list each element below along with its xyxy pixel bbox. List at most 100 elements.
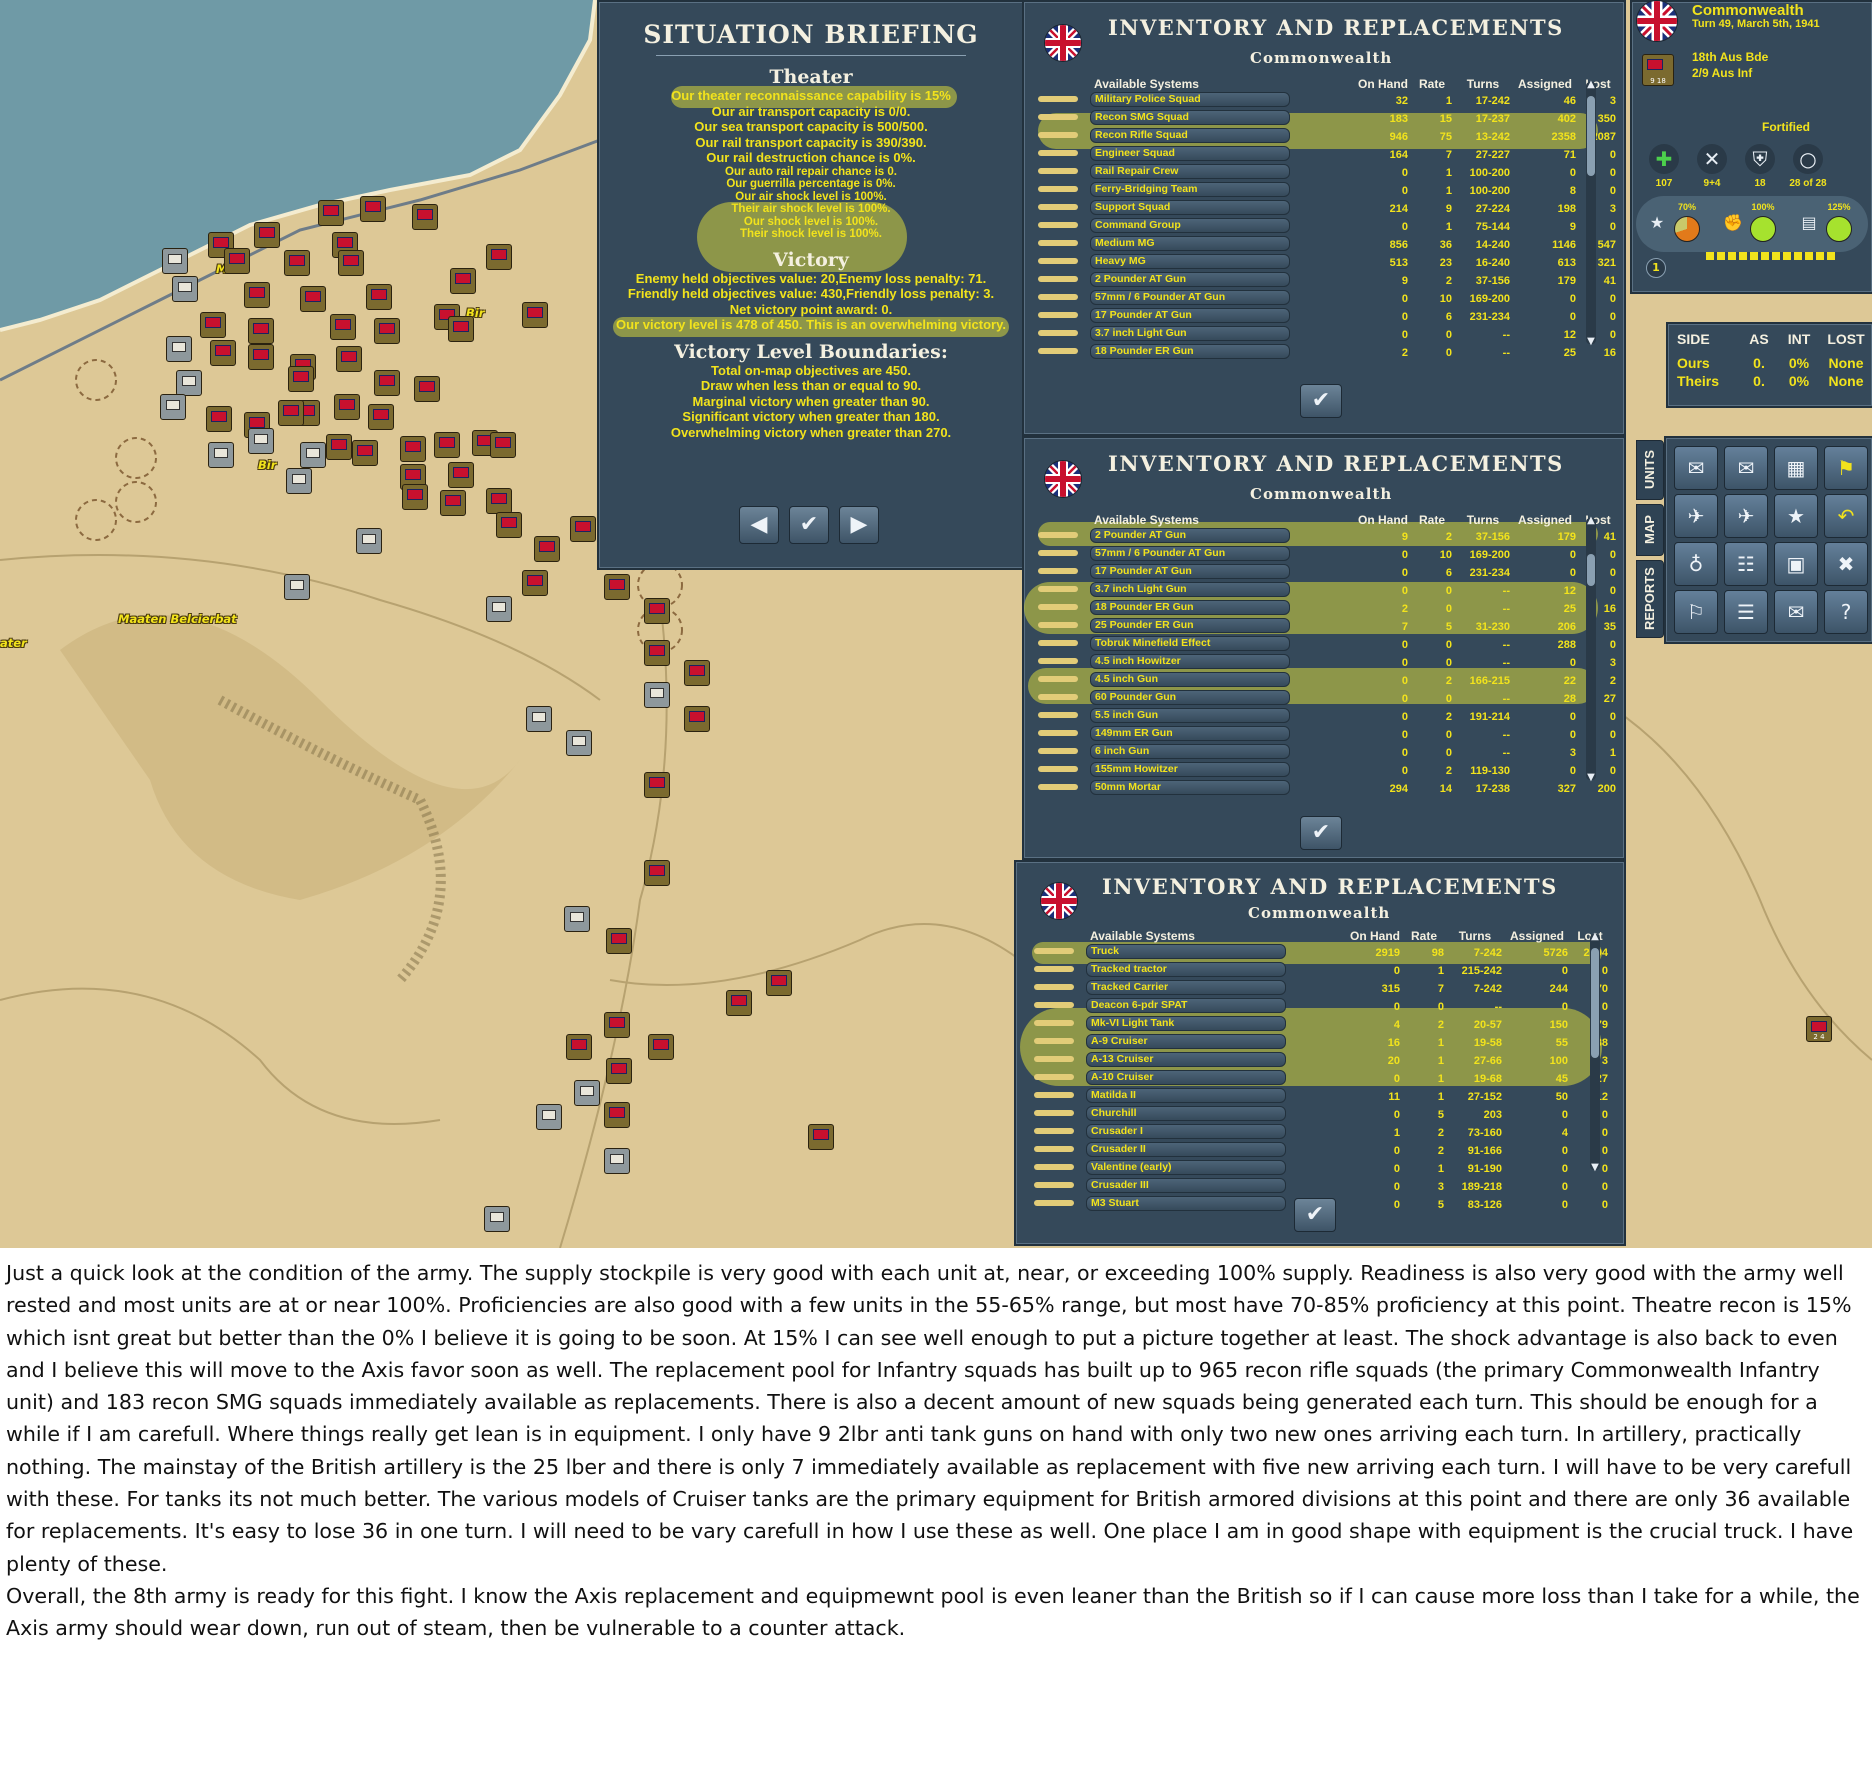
unit-counter[interactable] [360, 196, 386, 222]
inventory-row[interactable]: 57mm / 6 Pounder AT Gun 0 10 169-200 0 0 [1034, 290, 1618, 308]
unit-counter[interactable] [606, 928, 632, 954]
formation-button[interactable]: ☷ [1724, 542, 1768, 586]
unit-counter[interactable] [566, 1034, 592, 1060]
air-next-button[interactable]: ✈ [1724, 494, 1768, 538]
unit-counter[interactable] [244, 282, 270, 308]
unit-counter[interactable] [162, 248, 188, 274]
unit-list-button[interactable]: ▦ [1774, 446, 1818, 490]
unit-counter[interactable] [286, 468, 312, 494]
inventory-row[interactable]: Crusader III 0 3 189-218 0 0 [1030, 1178, 1610, 1196]
unit-counter[interactable] [726, 990, 752, 1016]
unit-counter[interactable] [566, 730, 592, 756]
unit-counter[interactable] [210, 340, 236, 366]
inventory-scrollbar[interactable]: ▲ ▼ [1586, 79, 1596, 347]
unit-counter[interactable] [166, 336, 192, 362]
hold-button[interactable]: ⚐ [1674, 590, 1718, 634]
ok-button[interactable]: ✔ [789, 506, 829, 544]
unit-counter[interactable] [278, 400, 304, 426]
unit-counter[interactable] [644, 640, 670, 666]
unit-counter[interactable] [434, 432, 460, 458]
unit-counter[interactable] [486, 244, 512, 270]
inventory-row[interactable]: Mk-VI Light Tank 4 2 20-57 150 79 [1030, 1016, 1610, 1034]
disband-button[interactable]: ✖ [1824, 542, 1868, 586]
unit-counter[interactable] [606, 1058, 632, 1084]
inventory-row[interactable]: Rail Repair Crew 0 1 100-200 0 0 [1034, 164, 1618, 182]
unit-counter[interactable] [248, 318, 274, 344]
unit-counter[interactable] [248, 344, 274, 370]
unit-counter[interactable] [536, 1104, 562, 1130]
inventory-row[interactable]: Crusader II 0 2 91-166 0 0 [1030, 1142, 1610, 1160]
unit-counter[interactable] [300, 442, 326, 468]
unit-counter[interactable] [412, 204, 438, 230]
unit-counter[interactable] [604, 574, 630, 600]
unit-counter[interactable]: 2 4 [1806, 1016, 1832, 1042]
unit-counter[interactable] [440, 490, 466, 516]
replacement-button[interactable]: ▣ [1774, 542, 1818, 586]
unit-counter[interactable] [526, 706, 552, 732]
unit-counter[interactable] [648, 1034, 674, 1060]
unit-counter[interactable] [644, 772, 670, 798]
unit-counter[interactable] [534, 536, 560, 562]
prev-button[interactable]: ◀ [739, 506, 779, 544]
report-button[interactable]: ✉ [1774, 590, 1818, 634]
unit-counter[interactable] [808, 1124, 834, 1150]
unit-counter[interactable] [356, 528, 382, 554]
org-chart-button[interactable]: ♁ [1674, 542, 1718, 586]
objective-flag-button[interactable]: ⚑ [1824, 446, 1868, 490]
inventory-row[interactable]: Tracked Carrier 315 7 7-242 244 70 [1030, 980, 1610, 998]
unit-counter[interactable] [448, 316, 474, 342]
inventory-row[interactable]: 5.5 inch Gun 0 2 191-214 0 0 [1034, 708, 1618, 726]
tab-map[interactable]: MAP [1636, 504, 1664, 556]
unit-counter[interactable] [402, 484, 428, 510]
unit-counter[interactable] [336, 346, 362, 372]
inventory-row[interactable]: Crusader I 1 2 73-160 4 0 [1030, 1124, 1610, 1142]
unit-counter[interactable] [366, 284, 392, 310]
inventory-row[interactable]: Support Squad 214 9 27-224 198 3 [1034, 200, 1618, 218]
unit-counter[interactable] [208, 442, 234, 468]
inventory-row[interactable]: 2 Pounder AT Gun 9 2 37-156 179 41 [1034, 272, 1618, 290]
inventory-row[interactable]: 17 Pounder AT Gun 0 6 231-234 0 0 [1034, 308, 1618, 326]
inventory-row[interactable]: Matilda II 11 1 27-152 50 12 [1030, 1088, 1610, 1106]
unit-counter[interactable] [326, 434, 352, 460]
inventory-row[interactable]: 3.7 inch Light Gun 0 0 -- 12 0 [1034, 326, 1618, 344]
inventory-ok-button[interactable]: ✔ [1300, 816, 1342, 850]
inventory-row[interactable]: Deacon 6-pdr SPAT 0 0 -- 0 0 [1030, 998, 1610, 1016]
inventory-scrollbar[interactable]: ▲ ▼ [1590, 931, 1600, 1173]
unit-counter[interactable] [484, 1206, 510, 1232]
inventory-row[interactable]: Heavy MG 513 23 16-240 613 321 [1034, 254, 1618, 272]
unit-counter[interactable] [486, 596, 512, 622]
inventory-row[interactable]: Tracked tractor 0 1 215-242 0 0 [1030, 962, 1610, 980]
inventory-row[interactable]: 149mm ER Gun 0 0 -- 0 0 [1034, 726, 1618, 744]
unit-counter[interactable] [570, 516, 596, 542]
inventory-row[interactable]: 60 Pounder Gun 0 0 -- 28 27 [1034, 690, 1618, 708]
unit-prev-button[interactable]: ✉ [1674, 446, 1718, 490]
inventory-row[interactable]: A-9 Cruiser 16 1 19-58 55 38 [1030, 1034, 1610, 1052]
inventory-scrollbar[interactable]: ▲ ▼ [1586, 515, 1596, 783]
unit-counter[interactable] [684, 660, 710, 686]
inventory-row[interactable]: Military Police Squad 32 1 17-242 46 3 [1034, 92, 1618, 110]
inventory-row[interactable]: 4.5 inch Gun 0 2 166-215 22 2 [1034, 672, 1618, 690]
unit-counter[interactable] [318, 200, 344, 226]
undo-button[interactable]: ↶ [1824, 494, 1868, 538]
unit-counter[interactable] [448, 462, 474, 488]
inventory-row[interactable]: Churchill 0 5 203 0 0 [1030, 1106, 1610, 1124]
unit-counter[interactable] [644, 682, 670, 708]
unit-counter[interactable] [414, 376, 440, 402]
unit-counter[interactable] [160, 394, 186, 420]
unit-counter[interactable] [330, 314, 356, 340]
inventory-row[interactable]: Tobruk Minefield Effect 0 0 -- 288 0 [1034, 636, 1618, 654]
unit-counter[interactable] [254, 222, 280, 248]
inventory-row[interactable]: Valentine (early) 0 1 91-190 0 0 [1030, 1160, 1610, 1178]
air-prev-button[interactable]: ✈ [1674, 494, 1718, 538]
unit-counter[interactable] [522, 302, 548, 328]
reserve-button[interactable]: ☰ [1724, 590, 1768, 634]
inventory-row[interactable]: 2 Pounder AT Gun 9 2 37-156 179 41 [1034, 528, 1618, 546]
unit-counter[interactable] [574, 1080, 600, 1106]
inventory-row[interactable]: 4.5 inch Howitzer 0 0 -- 0 3 [1034, 654, 1618, 672]
tab-reports[interactable]: REPORTS [1636, 560, 1664, 638]
help-button[interactable]: ? [1824, 590, 1868, 634]
inventory-row[interactable]: 50mm Mortar 294 14 17-238 327 200 [1034, 780, 1618, 798]
unit-counter[interactable] [172, 276, 198, 302]
inventory-row[interactable]: Recon Rifle Squad 946 75 13-242 2358 2087 [1034, 128, 1618, 146]
unit-counter[interactable] [352, 440, 378, 466]
